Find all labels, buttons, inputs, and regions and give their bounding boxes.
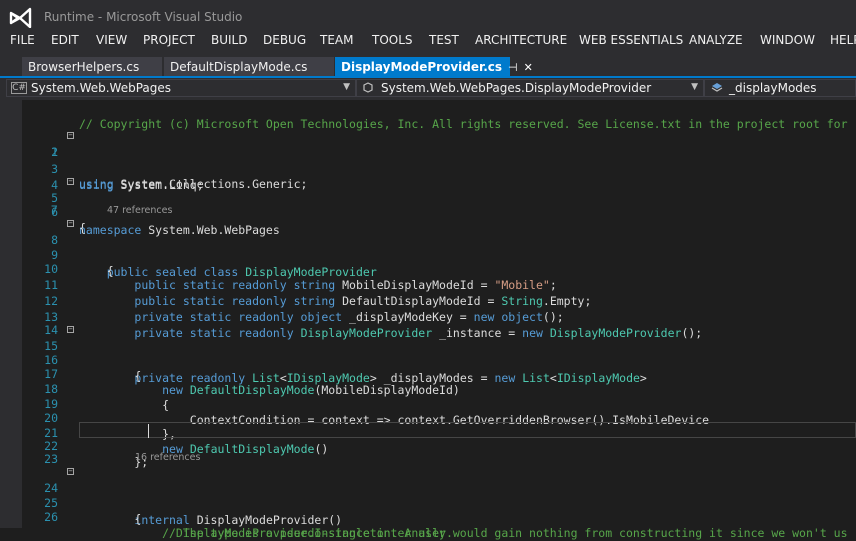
member-dropdown-label: _displayModes <box>729 81 817 95</box>
title-bar: Runtime - Microsoft Visual Studio <box>0 0 856 30</box>
pin-icon[interactable]: ⊣ <box>508 61 518 74</box>
code-line: 11 public static readonly string Default… <box>0 261 856 308</box>
menu-project[interactable]: PROJECT <box>143 33 195 47</box>
code-line: 10 public static readonly string MobileD… <box>0 245 856 292</box>
code-text: DisplayModeProvider.Instance internally. <box>79 526 453 540</box>
menu-tools[interactable]: TOOLS <box>372 33 413 47</box>
close-icon[interactable]: ✕ <box>524 61 533 74</box>
type-dropdown-label: System.Web.WebPages.DisplayModeProvider <box>381 81 652 95</box>
collapse-icon[interactable]: − <box>67 220 74 227</box>
chevron-down-icon: ▼ <box>343 82 350 92</box>
project-dropdown[interactable]: C# System.Web.WebPages ▼ <box>6 79 356 97</box>
collapse-icon[interactable]: − <box>67 326 74 333</box>
type-dropdown[interactable]: System.Web.WebPages.DisplayModeProvider … <box>356 79 704 97</box>
code-lens-row: 16 references <box>0 451 856 464</box>
tab-label: BrowserHelpers.cs <box>28 60 140 74</box>
code-line: 2 − using System.Collections.Generic; <box>0 128 856 192</box>
code-line: 17 new DefaultDisplayMode(MobileDisplayM… <box>0 350 856 397</box>
tab-label: DefaultDisplayMode.cs <box>170 60 308 74</box>
collapse-icon[interactable]: − <box>67 468 74 475</box>
class-icon <box>363 82 373 93</box>
code-line: DisplayModeProvider.Instance internally. <box>0 509 856 540</box>
tab-label: DisplayModeProvider.cs <box>341 60 503 74</box>
menu-file[interactable]: FILE <box>10 33 35 47</box>
code-line: // Copyright (c) Microsoft Open Technolo… <box>0 100 856 131</box>
code-line: 18 { <box>0 365 856 412</box>
visual-studio-logo-icon <box>9 7 32 28</box>
menu-analyze[interactable]: ANALYZE <box>689 33 743 47</box>
window-title: Runtime - Microsoft Visual Studio <box>44 10 243 24</box>
tab-displaymodeprovider[interactable]: DisplayModeProvider.cs ⊣ ✕ <box>335 57 533 76</box>
code-line: 14 <box>0 306 856 337</box>
code-line: 12 private static readonly object _displ… <box>0 277 856 324</box>
menu-build[interactable]: BUILD <box>211 33 247 47</box>
menu-edit[interactable]: EDIT <box>51 33 79 47</box>
csharp-project-icon: C# <box>11 82 27 94</box>
menu-help[interactable]: HELP <box>830 33 856 47</box>
code-line: 6 { <box>0 188 856 235</box>
code-line: 23 <box>0 435 856 466</box>
chevron-down-icon: ▼ <box>691 82 698 92</box>
references-code-lens[interactable]: 16 references <box>135 451 200 464</box>
collapse-icon[interactable]: − <box>67 132 74 139</box>
code-line: 26 // The type is a psuedo-singleton. A … <box>0 493 856 540</box>
tab-browserhelpers[interactable]: BrowserHelpers.cs <box>22 57 162 76</box>
menu-window[interactable]: WINDOW <box>760 33 815 47</box>
collapse-icon[interactable]: − <box>67 178 74 185</box>
project-dropdown-label: System.Web.WebPages <box>31 81 172 95</box>
menu-team[interactable]: TEAM <box>320 33 353 47</box>
menu-architecture[interactable]: ARCHITECTURE <box>475 33 567 47</box>
tab-defaultdisplaymode[interactable]: DefaultDisplayMode.cs <box>164 57 334 76</box>
field-icon <box>711 83 723 92</box>
member-dropdown[interactable]: _displayModes <box>704 79 856 97</box>
code-line: 20 }, <box>0 394 856 441</box>
code-line: 24 − internal DisplayModeProvider() <box>0 464 856 528</box>
menu-view[interactable]: VIEW <box>96 33 127 47</box>
code-line: 3 using System.Linq; <box>0 145 856 192</box>
menu-web-essentials[interactable]: WEB ESSENTIALS <box>579 33 683 47</box>
menu-bar: FILE EDIT VIEW PROJECT BUILD DEBUG TEAM … <box>0 30 856 52</box>
menu-debug[interactable]: DEBUG <box>263 33 306 47</box>
code-line: 8 − public sealed class DisplayModeProvi… <box>0 216 856 280</box>
menu-test[interactable]: TEST <box>429 33 459 47</box>
